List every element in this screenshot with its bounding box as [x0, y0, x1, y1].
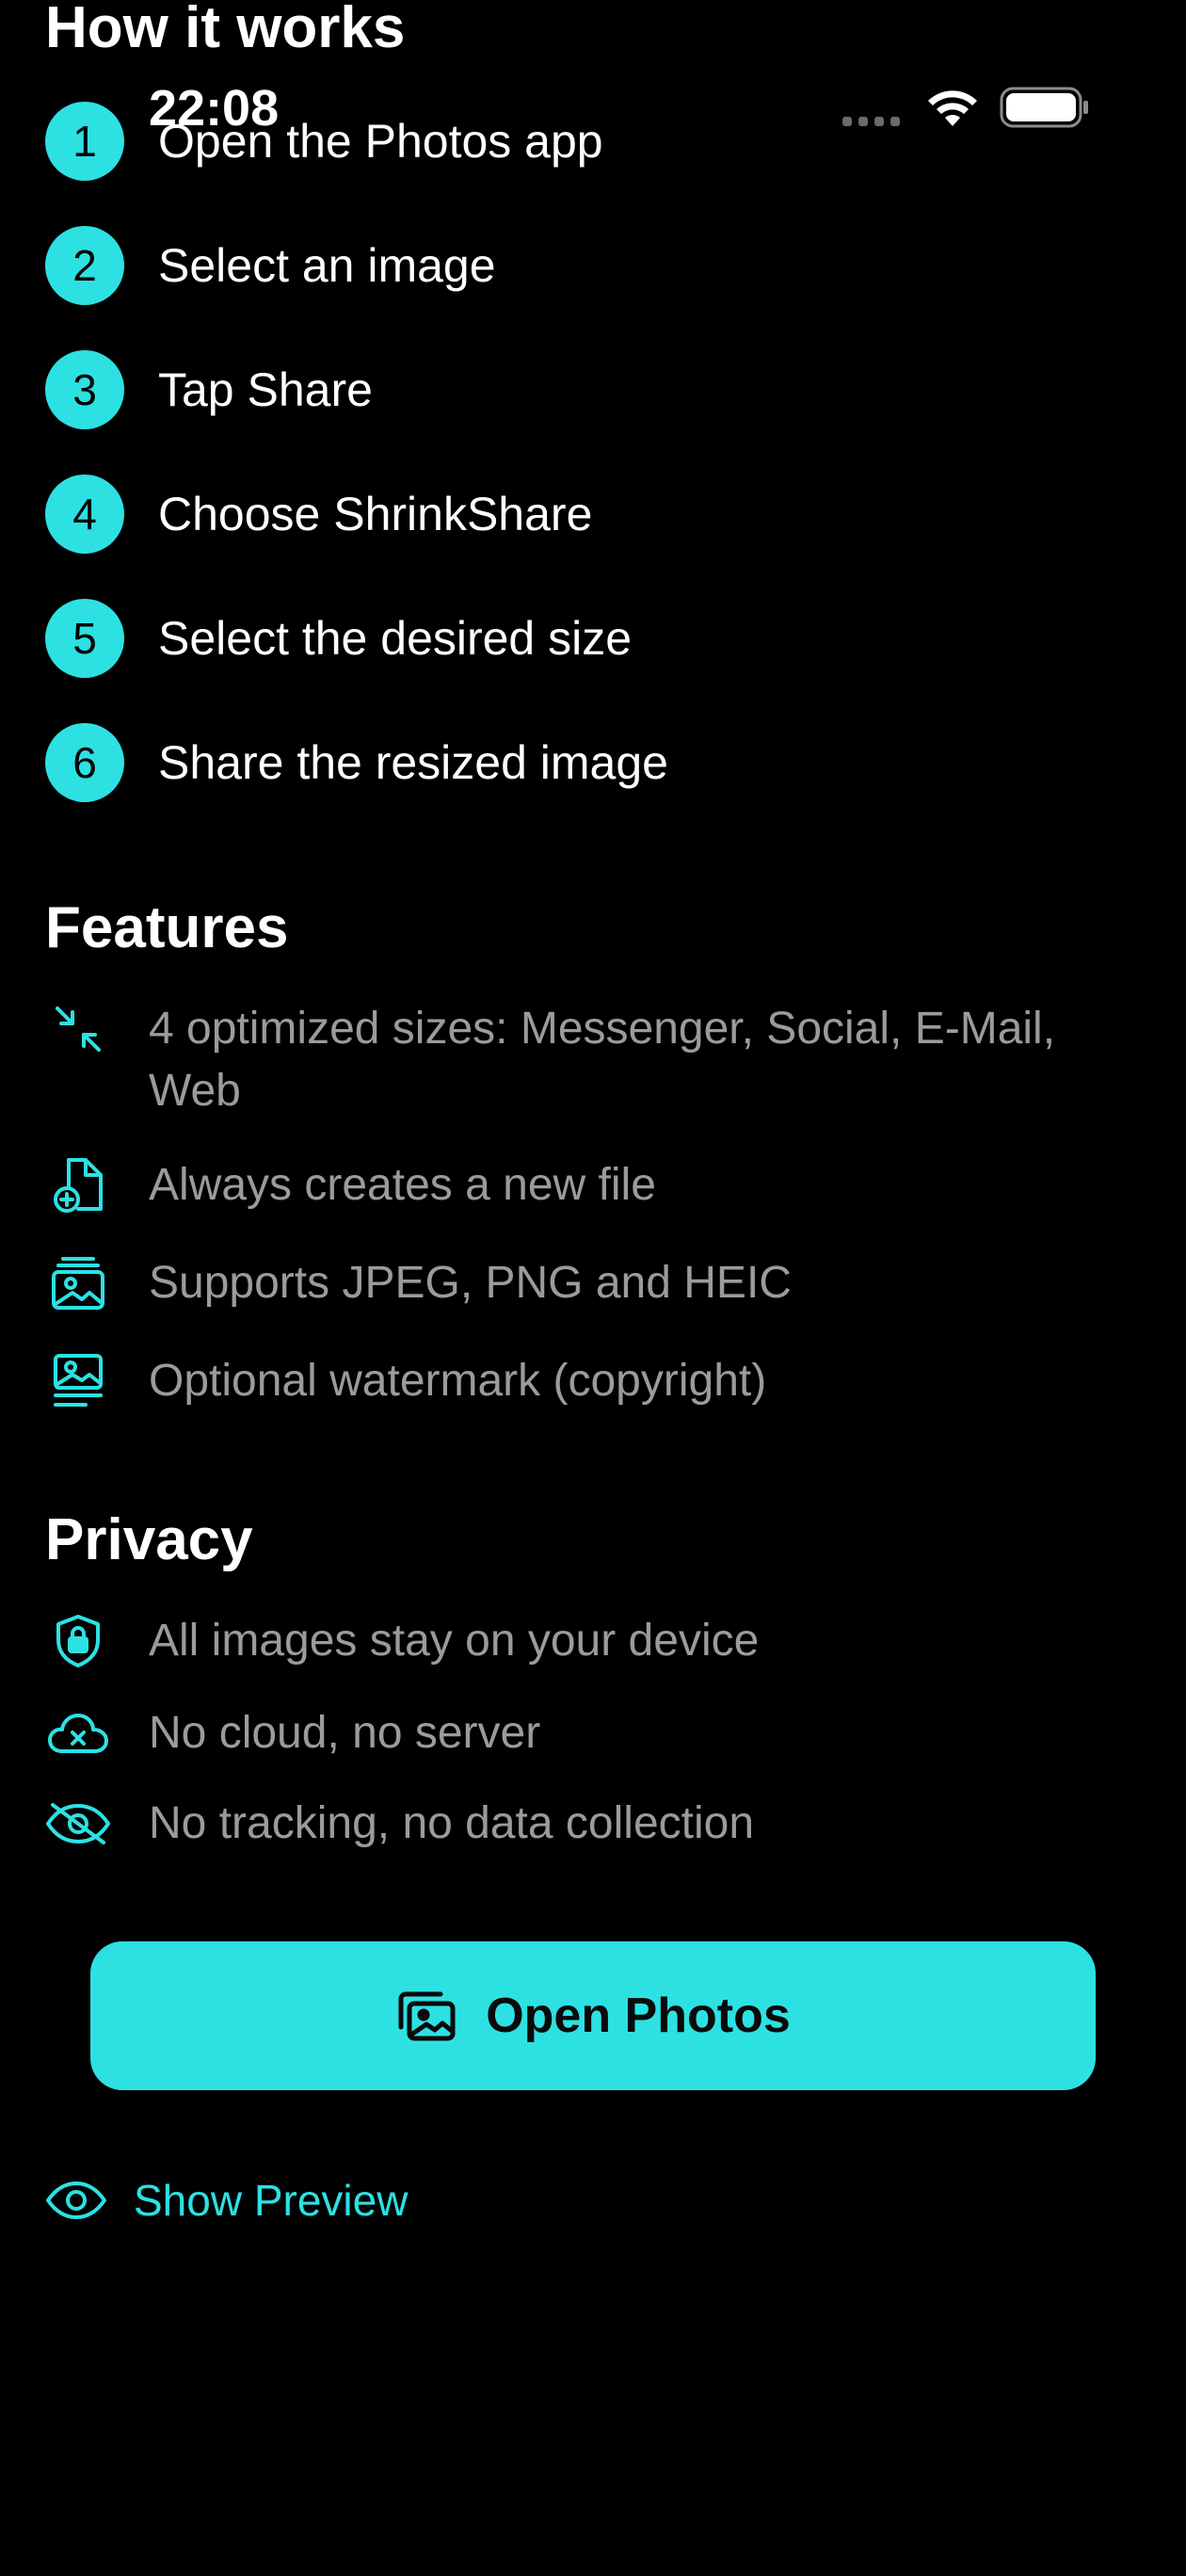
step-item: 6 Share the resized image	[45, 723, 668, 802]
open-photos-button[interactable]: Open Photos	[90, 1941, 1096, 2090]
feature-label: Always creates a new file	[149, 1160, 656, 1210]
status-bar: 22:08	[0, 0, 1186, 188]
feature-item: Always creates a new file	[45, 1154, 1099, 1216]
lock-shield-icon	[45, 1610, 111, 1672]
wifi-icon	[928, 90, 977, 126]
step-item: 4 Choose ShrinkShare	[45, 475, 592, 554]
photos-icon	[398, 1991, 456, 2041]
privacy-item: No tracking, no data collection	[45, 1793, 1099, 1855]
privacy-label: All images stay on your device	[149, 1616, 760, 1666]
step-label: Select the desired size	[158, 612, 633, 665]
cellular-signal-icon	[842, 117, 900, 126]
new-file-icon	[45, 1154, 111, 1216]
show-preview-label: Show Preview	[134, 2176, 409, 2225]
privacy-label: No tracking, no data collection	[149, 1798, 755, 1848]
step-number: 4	[45, 475, 124, 554]
status-time: 22:08	[149, 80, 280, 137]
step-item: 2 Select an image	[45, 226, 496, 305]
feature-label: 4 optimized sizes: Messenger, Social, E-…	[149, 1004, 1056, 1116]
privacy-label: No cloud, no server	[149, 1708, 541, 1758]
feature-label: Optional watermark (copyright)	[149, 1356, 767, 1406]
shrink-arrows-icon	[45, 998, 111, 1060]
feature-item: Supports JPEG, PNG and HEIC	[45, 1252, 1099, 1314]
privacy-item: No cloud, no server	[45, 1702, 1099, 1764]
open-photos-label: Open Photos	[486, 1988, 791, 2043]
step-number: 5	[45, 599, 124, 678]
feature-item: Optional watermark (copyright)	[45, 1350, 1099, 1412]
step-label: Choose ShrinkShare	[158, 488, 593, 540]
photo-stack-icon	[45, 1252, 111, 1314]
show-preview-link[interactable]: Show Preview	[45, 2175, 408, 2226]
step-item: 5 Select the desired size	[45, 599, 632, 678]
eye-slash-icon	[45, 1793, 111, 1855]
step-number: 6	[45, 723, 124, 802]
step-label: Select an image	[158, 239, 496, 292]
cloud-x-icon	[45, 1702, 111, 1764]
step-label: Share the resized image	[158, 736, 668, 789]
feature-item: 4 optimized sizes: Messenger, Social, E-…	[45, 998, 1099, 1122]
privacy-item: All images stay on your device	[45, 1610, 1099, 1672]
photo-caption-icon	[45, 1350, 111, 1412]
privacy-title: Privacy	[45, 1507, 253, 1572]
battery-icon	[1000, 87, 1088, 128]
step-item: 3 Tap Share	[45, 350, 373, 429]
step-number: 3	[45, 350, 124, 429]
step-number: 2	[45, 226, 124, 305]
eye-icon	[46, 2182, 106, 2219]
features-title: Features	[45, 895, 289, 960]
feature-label: Supports JPEG, PNG and HEIC	[149, 1258, 792, 1308]
step-label: Tap Share	[158, 363, 373, 416]
